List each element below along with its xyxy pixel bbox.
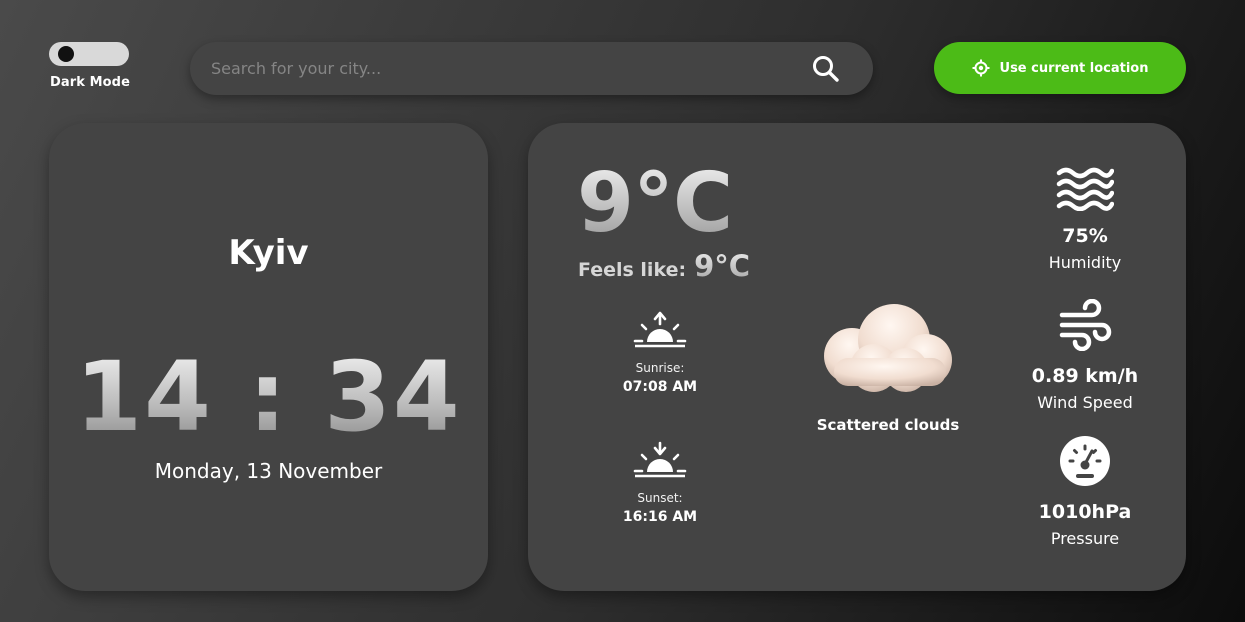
use-current-location-button[interactable]: Use current location bbox=[934, 42, 1186, 94]
sunset-time: 16:16 AM bbox=[622, 509, 698, 525]
humidity-value: 75% bbox=[1062, 225, 1108, 247]
sunset-label: Sunset: bbox=[637, 491, 683, 505]
feels-like: Feels like: 9°C bbox=[578, 249, 750, 283]
search-bar bbox=[190, 42, 873, 95]
use-current-location-label: Use current location bbox=[999, 60, 1149, 76]
pressure-label: Pressure bbox=[1050, 529, 1120, 548]
feels-like-value: 9°C bbox=[694, 249, 751, 283]
search-icon[interactable] bbox=[811, 54, 841, 84]
wind-speed-value: 0.89 km/h bbox=[1031, 365, 1139, 387]
sunrise-time: 07:08 AM bbox=[622, 379, 698, 395]
pressure-block: 1010hPa Pressure bbox=[1018, 435, 1152, 548]
wind-speed-label: Wind Speed bbox=[1037, 393, 1133, 412]
search-input[interactable] bbox=[190, 42, 811, 95]
current-date: Monday, 13 November bbox=[154, 459, 383, 483]
pressure-gauge-icon bbox=[1060, 436, 1110, 486]
sunrise-label: Sunrise: bbox=[635, 361, 685, 375]
sunrise-block: Sunrise: 07:08 AM bbox=[600, 311, 720, 395]
dark-mode-control: Dark Mode bbox=[49, 42, 131, 90]
current-time: 14 : 34 bbox=[49, 349, 488, 445]
city-time-card: Kyiv 14 : 34 Monday, 13 November bbox=[49, 123, 488, 591]
cloud-icon bbox=[824, 304, 952, 392]
location-target-icon bbox=[972, 59, 990, 77]
humidity-block: 75% Humidity bbox=[1018, 167, 1152, 272]
pressure-value: 1010hPa bbox=[1038, 501, 1132, 523]
dark-mode-toggle[interactable] bbox=[49, 42, 129, 66]
wind-block: 0.89 km/h Wind Speed bbox=[1018, 299, 1152, 412]
toggle-knob bbox=[58, 46, 74, 62]
temperature: 9°C bbox=[577, 156, 733, 251]
wind-icon bbox=[1059, 299, 1112, 351]
condition-block: Scattered clouds bbox=[808, 298, 968, 434]
sunset-block: Sunset: 16:16 AM bbox=[600, 441, 720, 525]
sunrise-icon bbox=[633, 311, 687, 348]
city-name: Kyiv bbox=[228, 233, 309, 273]
humidity-label: Humidity bbox=[1048, 253, 1122, 272]
sunset-icon bbox=[633, 441, 687, 478]
feels-like-label: Feels like: bbox=[578, 259, 687, 281]
humidity-waves-icon bbox=[1056, 167, 1114, 211]
weather-details-card: 9°C Feels like: 9°C Sunrise: 07:08 AM Su… bbox=[528, 123, 1186, 591]
condition-description: Scattered clouds bbox=[816, 416, 960, 434]
dark-mode-label: Dark Mode bbox=[49, 75, 131, 90]
